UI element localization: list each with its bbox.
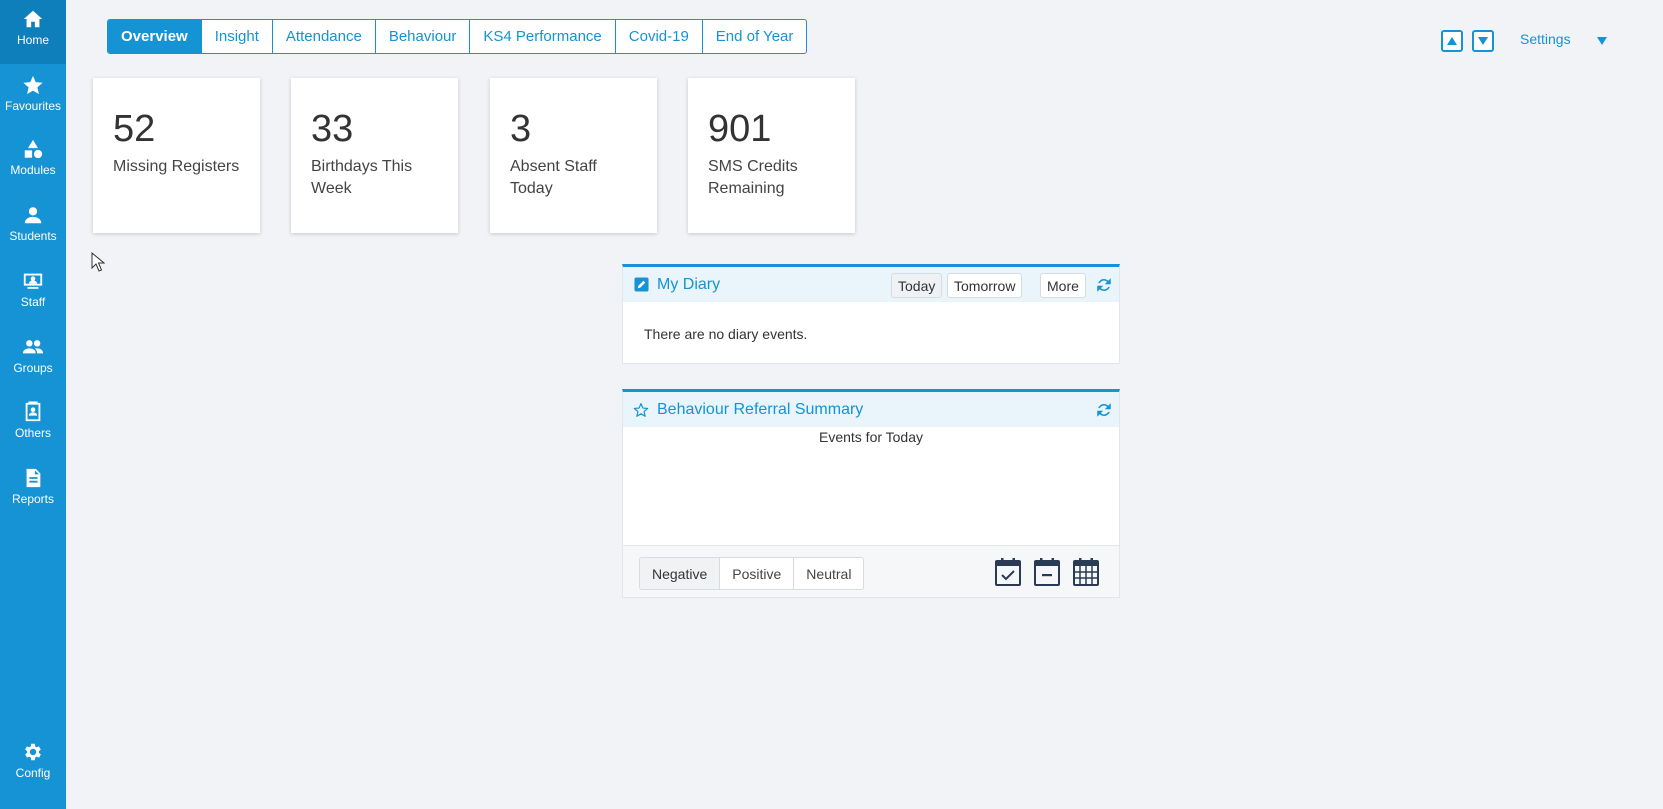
dashboard-tabs: Overview Insight Attendance Behaviour KS…	[107, 19, 808, 54]
sidebar-item-label: Config	[15, 766, 51, 780]
tab-attendance[interactable]: Attendance	[273, 20, 376, 53]
sidebar-item-label: Modules	[10, 163, 56, 177]
stat-value: 33	[311, 108, 354, 150]
stat-card-sms-credits[interactable]: 901 SMS Credits Remaining	[688, 78, 855, 233]
sidebar-item-home[interactable]: Home	[0, 0, 66, 64]
group-icon	[22, 340, 44, 354]
filter-neutral-button[interactable]: Neutral	[794, 558, 863, 589]
sidebar-item-label: Others	[14, 426, 51, 440]
sidebar-item-modules[interactable]: Modules	[0, 130, 66, 194]
calendar-grid-icon	[1073, 558, 1099, 586]
sidebar-item-groups[interactable]: Groups	[0, 328, 66, 392]
scroll-up-button[interactable]	[1441, 30, 1463, 52]
contact-book-icon	[25, 401, 41, 422]
diary-today-button[interactable]: Today	[891, 273, 943, 298]
home-icon	[23, 10, 43, 28]
tab-end-of-year[interactable]: End of Year	[703, 20, 807, 53]
calendar-minus-icon	[1034, 558, 1060, 586]
calendar-check-icon	[995, 558, 1021, 586]
refresh-icon	[1097, 278, 1111, 292]
stat-label: Birthdays This Week	[311, 158, 413, 197]
caret-down-icon	[1597, 37, 1607, 45]
document-icon	[26, 468, 41, 488]
diary-more-button[interactable]: More	[1040, 273, 1086, 298]
diary-tomorrow-button[interactable]: Tomorrow	[947, 273, 1023, 298]
panel-title: My Diary	[657, 275, 721, 293]
stat-label: Absent Staff Today	[510, 158, 597, 197]
tab-ks4-performance[interactable]: KS4 Performance	[470, 20, 616, 53]
panel-title: Behaviour Referral Summary	[657, 400, 864, 418]
tab-behaviour[interactable]: Behaviour	[376, 20, 471, 53]
tab-overview[interactable]: Overview	[108, 20, 202, 53]
sidebar-item-label: Students	[9, 229, 57, 243]
sidebar-item-config[interactable]: Config	[0, 733, 66, 797]
filter-negative-button[interactable]: Negative	[640, 558, 721, 589]
sidebar-item-staff[interactable]: Staff	[0, 262, 66, 326]
sidebar-item-reports[interactable]: Reports	[0, 459, 66, 523]
settings-dropdown[interactable]	[1596, 33, 1608, 45]
edit-note-icon	[633, 277, 649, 293]
star-icon	[23, 75, 43, 95]
shapes-icon	[24, 139, 43, 159]
my-diary-panel: My Diary Today Tomorrow More There are n…	[622, 264, 1120, 364]
diary-refresh-button[interactable]	[1095, 276, 1113, 294]
sidebar-item-label: Staff	[20, 295, 46, 309]
gear-icon	[25, 743, 41, 761]
sidebar-item-others[interactable]: Others	[0, 393, 66, 457]
stat-value: 3	[510, 108, 532, 150]
behaviour-refresh-button[interactable]	[1095, 401, 1113, 419]
sidebar-item-label: Groups	[13, 361, 53, 375]
stat-value: 52	[113, 108, 156, 150]
diary-empty-text: There are no diary events.	[644, 326, 808, 342]
stat-card-absent-staff[interactable]: 3 Absent Staff Today	[490, 78, 657, 233]
stat-card-missing-registers[interactable]: 52 Missing Registers	[93, 78, 260, 233]
sidebar-item-label: Home	[16, 33, 49, 47]
sidebar-item-label: Reports	[11, 492, 55, 506]
events-heading: Events for Today	[818, 429, 924, 445]
behaviour-summary-panel: Behaviour Referral Summary Events for To…	[622, 389, 1120, 598]
staff-icon	[23, 273, 43, 289]
filter-positive-button[interactable]: Positive	[720, 558, 795, 589]
settings-link[interactable]: Settings	[1520, 31, 1571, 47]
calendar-month-button[interactable]	[1072, 557, 1100, 587]
tab-covid-19[interactable]: Covid-19	[616, 20, 703, 53]
scroll-down-button[interactable]	[1472, 30, 1494, 52]
stat-label: SMS Credits Remaining	[708, 158, 798, 197]
star-outline-icon[interactable]	[633, 402, 649, 418]
triangle-up-icon	[1447, 37, 1457, 45]
stat-card-birthdays[interactable]: 33 Birthdays This Week	[291, 78, 458, 233]
triangle-down-icon	[1478, 37, 1488, 45]
panel-header: My Diary Today Tomorrow More	[623, 267, 1119, 302]
stat-value: 901	[708, 108, 772, 150]
mouse-cursor-icon	[91, 252, 105, 272]
calendar-today-button[interactable]	[994, 557, 1022, 587]
sidebar: Home Favourites Modules Students Staff G…	[0, 0, 66, 809]
refresh-icon	[1097, 403, 1111, 417]
sidebar-item-favourites[interactable]: Favourites	[0, 66, 66, 130]
tab-insight[interactable]: Insight	[202, 20, 273, 53]
sidebar-item-students[interactable]: Students	[0, 196, 66, 260]
person-icon	[24, 207, 42, 224]
stat-label: Missing Registers	[113, 158, 240, 175]
sidebar-item-label: Favourites	[4, 99, 62, 113]
behaviour-footer: Negative Positive Neutral	[623, 545, 1119, 597]
behaviour-filter-group: Negative Positive Neutral	[639, 557, 865, 590]
panel-header: Behaviour Referral Summary	[623, 392, 1119, 427]
calendar-week-button[interactable]	[1033, 557, 1061, 587]
